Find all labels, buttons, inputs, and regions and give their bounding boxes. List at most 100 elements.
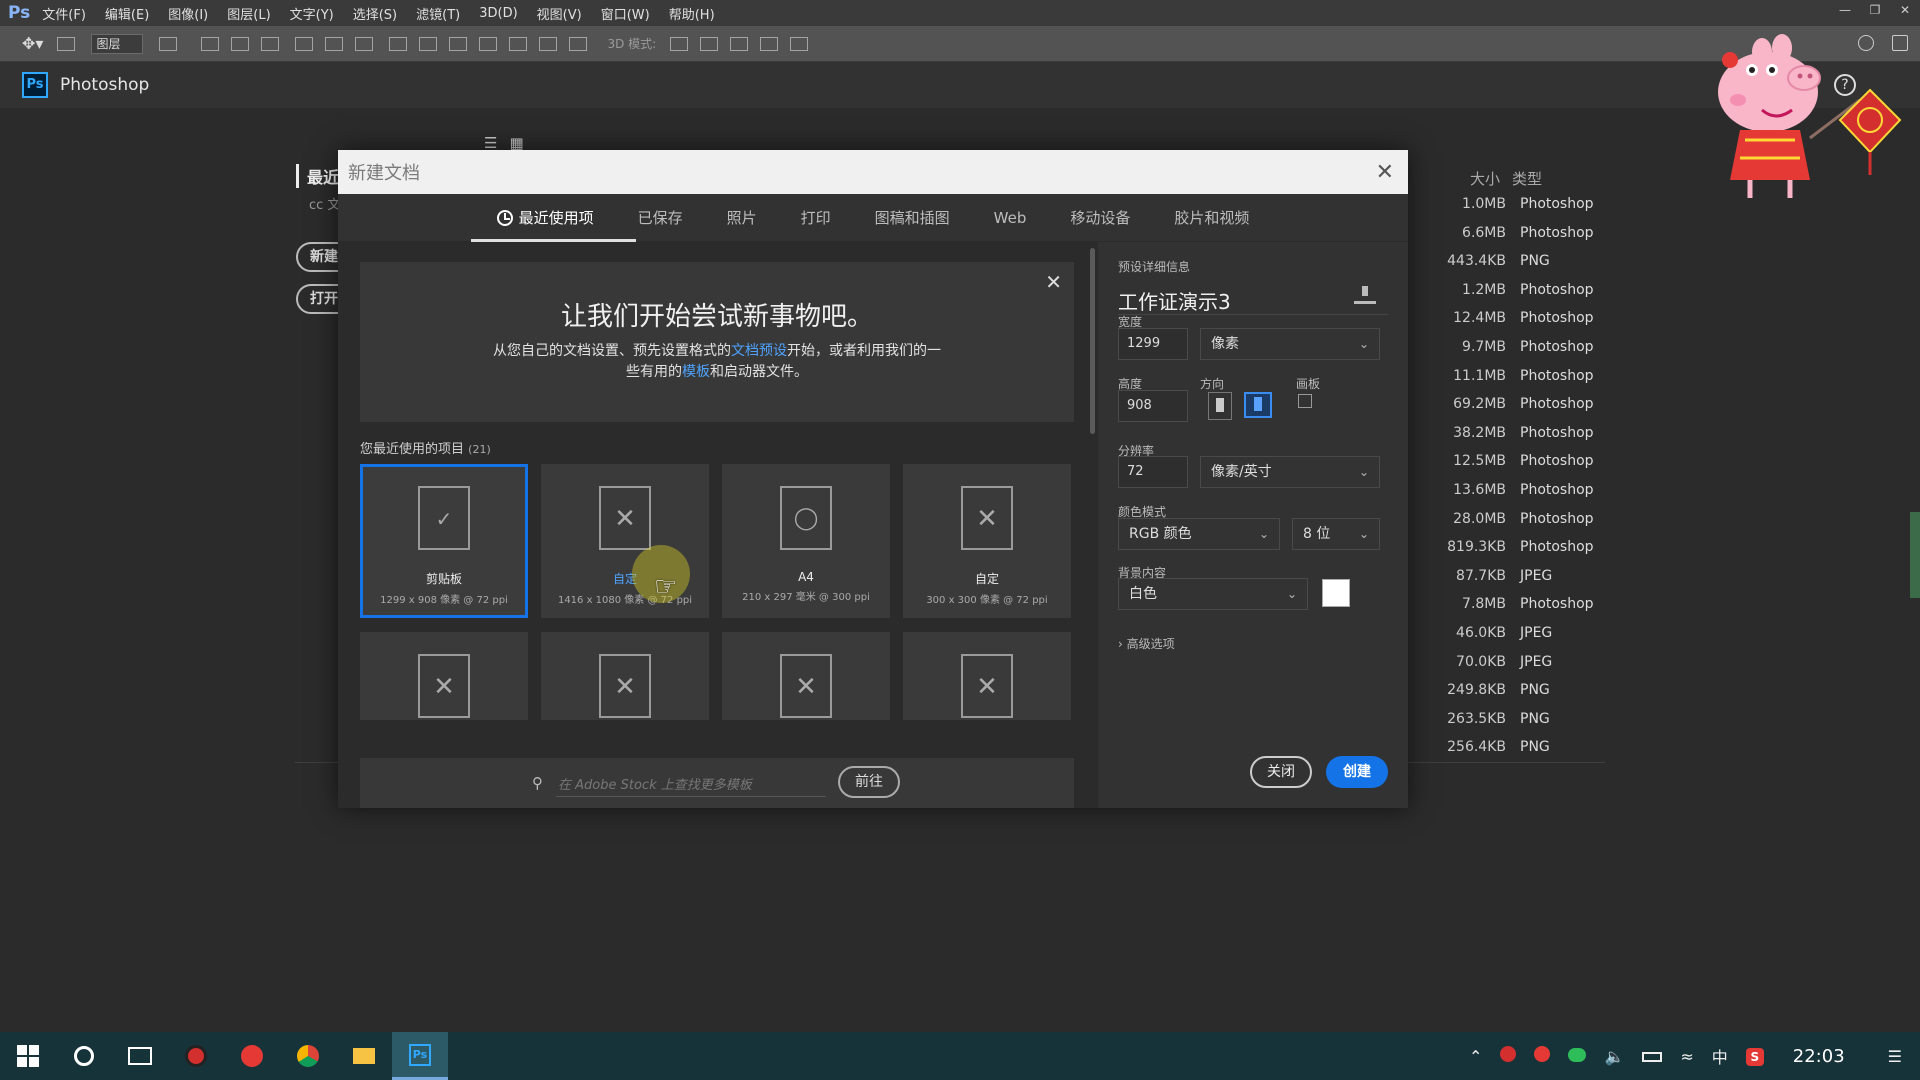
save-preset-icon[interactable]: [1354, 286, 1376, 304]
size-column-header[interactable]: 大小: [1470, 168, 1500, 189]
3d-scale-icon[interactable]: [790, 36, 809, 51]
distribute-bottom-icon[interactable]: [449, 36, 468, 51]
bit-depth-select[interactable]: 8 位 ⌄: [1292, 518, 1380, 550]
file-row[interactable]: 12.4MB Photoshop: [1420, 310, 1620, 339]
preset-card[interactable]: ✕: [360, 632, 528, 720]
file-row[interactable]: 69.2MB Photoshop: [1420, 396, 1620, 425]
landscape-orientation-button[interactable]: [1244, 392, 1272, 418]
tab-art-illustration[interactable]: 图稿和插图: [875, 194, 950, 242]
minimize-icon[interactable]: —: [1830, 0, 1860, 20]
file-row[interactable]: 263.5KB PNG: [1420, 711, 1620, 740]
presets-scrollbar[interactable]: [1088, 242, 1098, 808]
menu-select[interactable]: 选择(S): [353, 4, 397, 23]
menu-help[interactable]: 帮助(H): [669, 4, 715, 23]
align-right-icon[interactable]: [355, 36, 374, 51]
menu-edit[interactable]: 编辑(E): [105, 4, 149, 23]
background-select[interactable]: 白色 ⌄: [1118, 578, 1308, 610]
document-presets-link[interactable]: 文档预设: [731, 343, 787, 359]
tab-print[interactable]: 打印: [801, 194, 831, 242]
menu-file[interactable]: 文件(F): [42, 4, 86, 23]
menu-filter[interactable]: 滤镜(T): [416, 4, 460, 23]
distribute-hcenter-icon[interactable]: [509, 36, 528, 51]
align-top-icon[interactable]: [201, 36, 220, 51]
file-row[interactable]: 11.1MB Photoshop: [1420, 368, 1620, 397]
file-row[interactable]: 28.0MB Photoshop: [1420, 511, 1620, 540]
create-button[interactable]: 创建: [1326, 756, 1388, 788]
preset-card[interactable]: ✕: [541, 632, 709, 720]
scrollbar-thumb[interactable]: [1090, 248, 1095, 434]
preset-card-a4[interactable]: ◯ A4 210 x 297 毫米 @ 300 ppi: [722, 464, 890, 618]
artboard-checkbox[interactable]: [1298, 394, 1312, 408]
3d-rotate-icon[interactable]: [670, 36, 689, 51]
preset-card[interactable]: ✕: [722, 632, 890, 720]
stock-search-input[interactable]: 在 Adobe Stock 上查找更多模板: [558, 774, 752, 793]
file-row[interactable]: 256.4KB PNG: [1420, 739, 1620, 768]
chrome-icon[interactable]: [280, 1032, 336, 1080]
type-column-header[interactable]: 类型: [1512, 168, 1542, 189]
wifi-icon[interactable]: ≈: [1680, 1047, 1693, 1066]
file-row[interactable]: 819.3KB Photoshop: [1420, 539, 1620, 568]
menu-type[interactable]: 文字(Y): [290, 4, 334, 23]
distribute-top-icon[interactable]: [389, 36, 408, 51]
promo-close-icon[interactable]: ✕: [1045, 270, 1062, 294]
width-input[interactable]: 1299: [1118, 328, 1188, 360]
tab-photo[interactable]: 照片: [727, 194, 757, 242]
battery-icon[interactable]: [1642, 1047, 1663, 1066]
height-input[interactable]: 908: [1118, 390, 1188, 422]
menu-layer[interactable]: 图层(L): [227, 4, 270, 23]
file-row[interactable]: 6.6MB Photoshop: [1420, 225, 1620, 254]
resolution-input[interactable]: 72: [1118, 456, 1188, 488]
clock[interactable]: 22:03: [1793, 1046, 1845, 1067]
file-row[interactable]: 1.2MB Photoshop: [1420, 282, 1620, 311]
tab-web[interactable]: Web: [994, 194, 1027, 242]
dialog-close-icon[interactable]: ✕: [1376, 160, 1394, 185]
preset-name-field[interactable]: 工作证演示3: [1118, 286, 1231, 315]
tab-saved[interactable]: 已保存: [638, 194, 683, 242]
preset-card-custom-1[interactable]: ✕ 自定 1416 x 1080 像素 @ 72 ppi: [541, 464, 709, 618]
file-row[interactable]: 9.7MB Photoshop: [1420, 339, 1620, 368]
cortana-search-icon[interactable]: [56, 1032, 112, 1080]
width-unit-select[interactable]: 像素 ⌄: [1200, 328, 1380, 360]
netease-music-icon[interactable]: [224, 1032, 280, 1080]
file-row[interactable]: 13.6MB Photoshop: [1420, 482, 1620, 511]
auto-select-icon[interactable]: [57, 36, 76, 51]
layer-select[interactable]: 图层: [91, 33, 144, 54]
task-view-icon[interactable]: [112, 1032, 168, 1080]
file-row[interactable]: 249.8KB PNG: [1420, 682, 1620, 711]
show-hidden-icons-icon[interactable]: ⌃: [1469, 1047, 1482, 1066]
tab-recent[interactable]: 最近使用项: [470, 194, 636, 242]
align-left-icon[interactable]: [295, 36, 314, 51]
go-button[interactable]: 前往: [838, 766, 900, 798]
tab-film-video[interactable]: 胶片和视频: [1174, 194, 1249, 242]
tab-mobile[interactable]: 移动设备: [1070, 194, 1130, 242]
distribute-left-icon[interactable]: [479, 36, 498, 51]
3d-slide-icon[interactable]: [760, 36, 779, 51]
menu-3d[interactable]: 3D(D): [479, 6, 517, 21]
preset-card[interactable]: ✕: [903, 632, 1071, 720]
preset-card-custom-2[interactable]: ✕ 自定 300 x 300 像素 @ 72 ppi: [903, 464, 1071, 618]
input-method-indicator[interactable]: 中: [1712, 1044, 1728, 1068]
netease-tray-icon[interactable]: [1534, 1046, 1551, 1066]
transform-controls-icon[interactable]: [159, 36, 178, 51]
align-hcenter-icon[interactable]: [325, 36, 344, 51]
portrait-orientation-button[interactable]: [1208, 392, 1232, 420]
preset-card-clipboard[interactable]: ✓ 剪贴板 1299 x 908 像素 @ 72 ppi: [360, 464, 528, 618]
file-row[interactable]: 443.4KB PNG: [1420, 253, 1620, 282]
file-row[interactable]: 7.8MB Photoshop: [1420, 596, 1620, 625]
3d-pan-icon[interactable]: [730, 36, 749, 51]
3d-roll-icon[interactable]: [700, 36, 719, 51]
color-mode-select[interactable]: RGB 颜色 ⌄: [1118, 518, 1280, 550]
menu-image[interactable]: 图像(I): [168, 4, 208, 23]
menu-view[interactable]: 视图(V): [537, 4, 582, 23]
close-button[interactable]: 关闭: [1250, 756, 1312, 788]
file-row[interactable]: 38.2MB Photoshop: [1420, 425, 1620, 454]
file-row[interactable]: 87.7KB JPEG: [1420, 568, 1620, 597]
file-row[interactable]: 12.5MB Photoshop: [1420, 453, 1620, 482]
resolution-unit-select[interactable]: 像素/英寸 ⌄: [1200, 456, 1380, 488]
auto-align-icon[interactable]: [569, 36, 588, 51]
distribute-right-icon[interactable]: [539, 36, 558, 51]
sogou-ime-icon[interactable]: S: [1745, 1046, 1764, 1066]
file-row[interactable]: 70.0KB JPEG: [1420, 654, 1620, 683]
windows-start-icon[interactable]: [0, 1032, 56, 1080]
file-row[interactable]: 46.0KB JPEG: [1420, 625, 1620, 654]
